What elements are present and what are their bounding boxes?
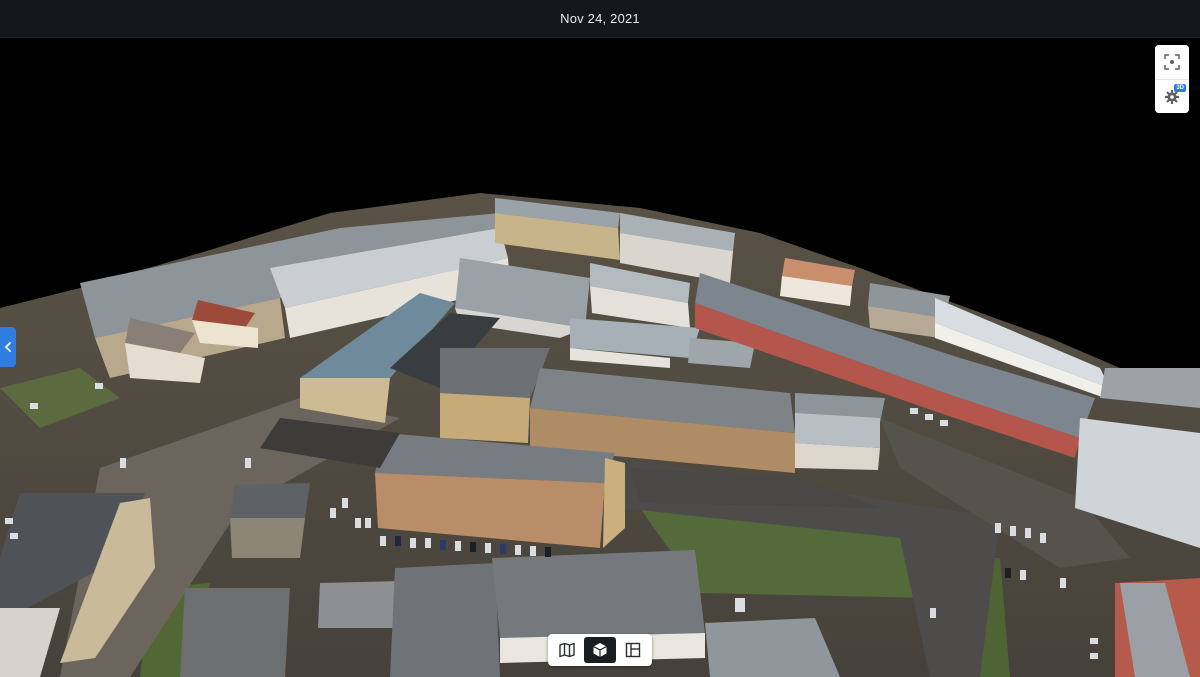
fit-view-button[interactable] <box>1155 45 1189 79</box>
focus-frame-icon <box>1164 54 1180 70</box>
view-mode-switcher <box>548 634 652 666</box>
building-wall <box>440 393 530 443</box>
cube-icon <box>593 643 607 657</box>
layout-icon <box>626 642 641 658</box>
settings-mode-badge: 3D <box>1174 84 1186 92</box>
viewer-toolbar: 3D <box>1155 45 1189 113</box>
settings-button[interactable]: 3D <box>1155 79 1189 113</box>
building-roof <box>492 550 705 638</box>
building-wall <box>230 518 305 558</box>
top-bar: Nov 24, 2021 <box>0 0 1200 38</box>
3d-viewport[interactable] <box>0 38 1200 677</box>
building-roof <box>230 483 310 518</box>
capture-date: Nov 24, 2021 <box>560 11 640 26</box>
aerial-model-scene <box>0 193 1200 677</box>
building-roof <box>180 588 290 677</box>
sidebar-toggle-button[interactable] <box>0 327 16 367</box>
building-roof <box>390 563 500 677</box>
building-roof <box>318 581 400 628</box>
building-roof <box>795 413 880 448</box>
map-mode-button[interactable] <box>551 637 582 663</box>
plan-mode-button[interactable] <box>618 637 649 663</box>
model-mode-button[interactable] <box>584 637 616 663</box>
map-icon <box>558 642 575 658</box>
chevron-left-icon <box>4 342 11 352</box>
